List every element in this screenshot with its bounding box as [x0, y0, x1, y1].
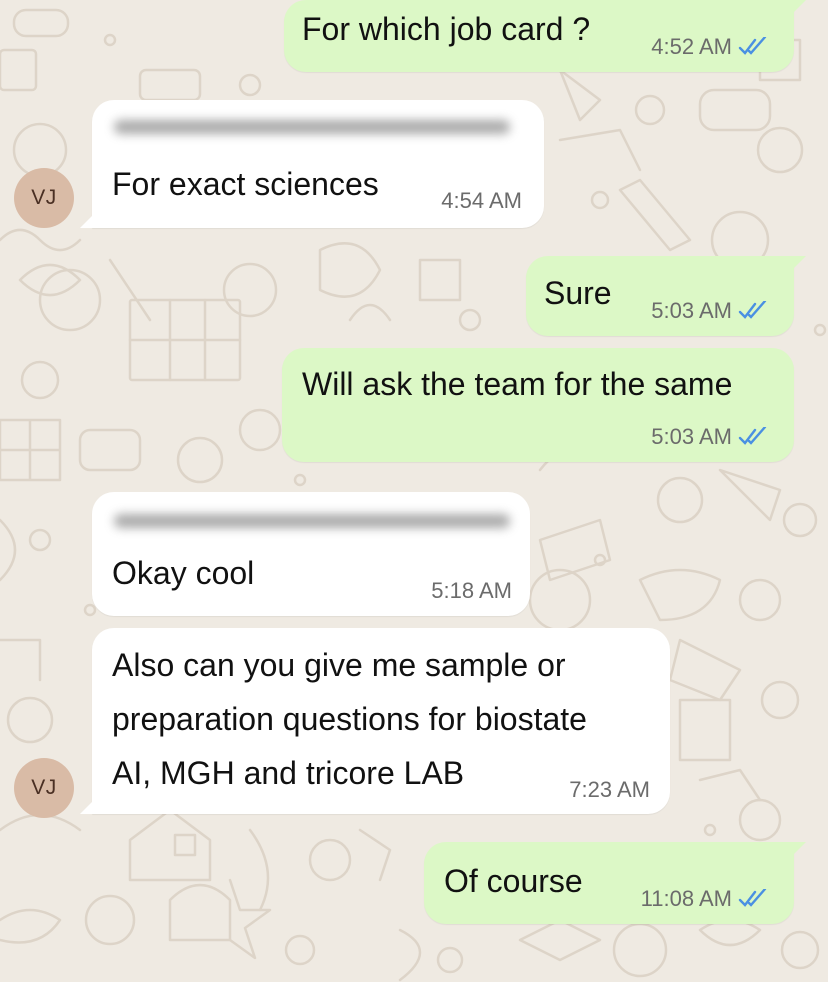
message-text-line: AI, MGH and tricore LAB: [112, 755, 465, 791]
message-text: Of course: [444, 863, 583, 899]
message-time: 4:52 AM: [651, 34, 732, 59]
double-check-read-icon: [738, 301, 767, 319]
outgoing-message[interactable]: Will ask the team for the same 5:03 AM: [282, 348, 794, 462]
outgoing-message[interactable]: Sure 5:03 AM: [526, 256, 806, 336]
double-check-read-icon: [738, 37, 767, 55]
message-text: Will ask the team for the same: [302, 366, 733, 402]
message-time: 11:08 AM: [640, 886, 732, 911]
message-time: 7:23 AM: [569, 777, 650, 802]
incoming-message[interactable]: Okay cool 5:18 AM: [92, 492, 530, 616]
message-text-line: preparation questions for biostate: [112, 701, 587, 737]
sender-name-redacted: [114, 514, 510, 528]
double-check-read-icon: [738, 427, 767, 445]
outgoing-message[interactable]: Of course 11:08 AM: [424, 842, 806, 924]
message-time: 5:03 AM: [651, 298, 732, 323]
incoming-message[interactable]: For exact sciences 4:54 AM: [80, 100, 544, 228]
incoming-message[interactable]: Also can you give me sample or preparati…: [80, 628, 670, 814]
sender-name-redacted: [114, 120, 510, 134]
message-time: 5:03 AM: [651, 424, 732, 449]
message-text: For exact sciences: [112, 166, 379, 202]
avatar[interactable]: VJ: [14, 758, 74, 818]
message-time: 5:18 AM: [431, 578, 512, 603]
message-text-line: Also can you give me sample or: [112, 647, 566, 683]
message-meta: 4:52 AM: [651, 34, 768, 60]
message-text: Okay cool: [112, 555, 255, 591]
message-meta: 5:03 AM: [651, 424, 768, 450]
message-text: For which job card ?: [302, 11, 591, 47]
avatar[interactable]: VJ: [14, 168, 74, 228]
message-meta: 5:03 AM: [651, 298, 768, 324]
message-meta: 11:08 AM: [641, 886, 768, 912]
double-check-read-icon: [738, 889, 767, 907]
outgoing-message[interactable]: For which job card ? 4:52 AM: [284, 0, 806, 72]
message-time: 4:54 AM: [441, 188, 522, 213]
message-text: Sure: [544, 275, 612, 311]
